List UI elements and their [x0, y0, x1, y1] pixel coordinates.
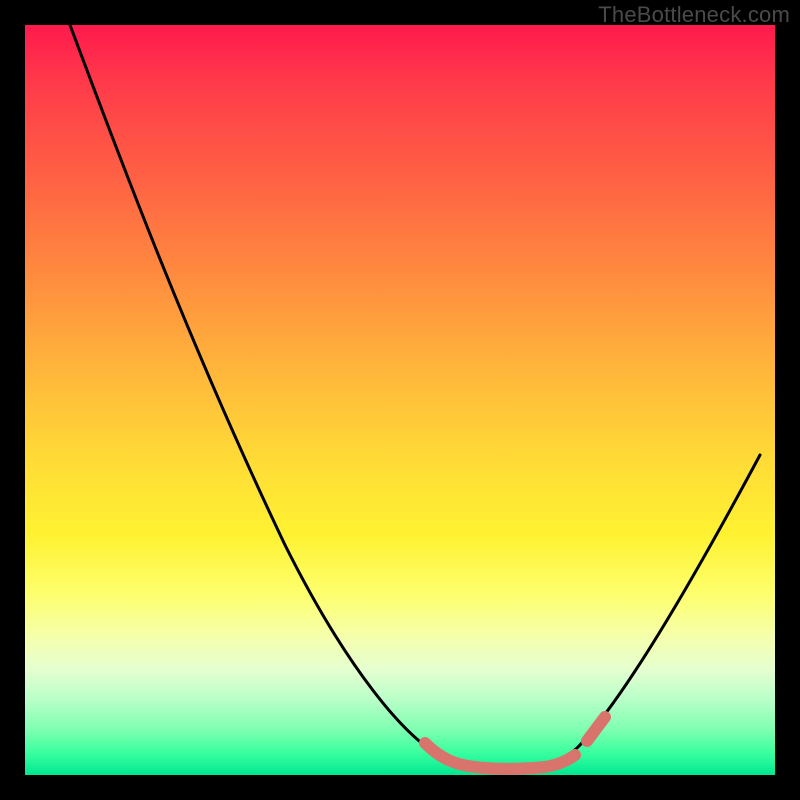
highlight-band-right	[587, 717, 605, 741]
bottleneck-curve	[70, 25, 760, 768]
curve-overlay	[25, 25, 775, 775]
watermark-text: TheBottleneck.com	[598, 2, 790, 28]
highlight-band-left	[425, 743, 575, 769]
chart-frame: TheBottleneck.com	[0, 0, 800, 800]
